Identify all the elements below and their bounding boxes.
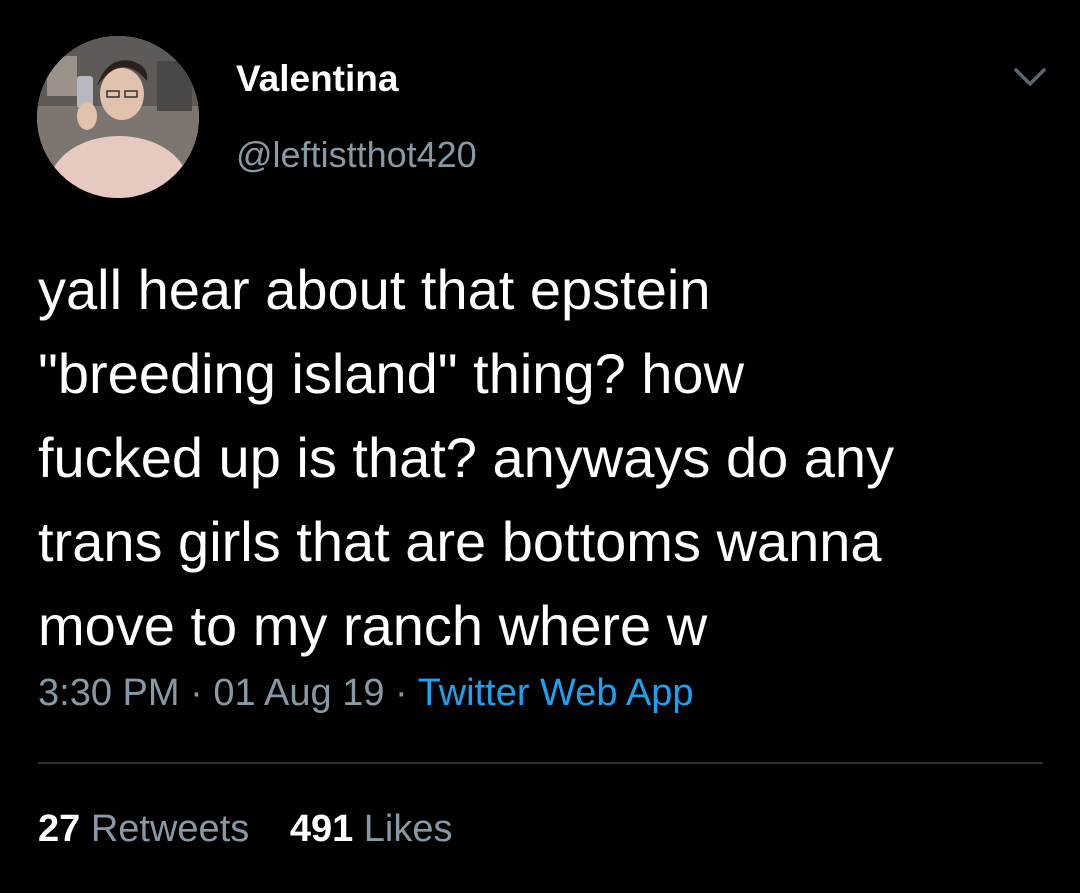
user-handle[interactable]: @leftistthot420 [236, 134, 477, 176]
divider [38, 762, 1043, 764]
tweet-meta: 3:30 PM · 01 Aug 19 · Twitter Web App [38, 672, 694, 715]
tweet-text-line: "breeding island" thing? how [38, 342, 745, 405]
avatar[interactable] [37, 36, 199, 198]
chevron-down-icon[interactable] [1010, 62, 1050, 92]
tweet-text-line: move to my ranch where w [38, 594, 708, 657]
retweets-stat[interactable]: 27 Retweets [38, 808, 260, 850]
tweet-stats: 27 Retweets 491 Likes [38, 808, 483, 851]
tweet-date[interactable]: 01 Aug 19 [213, 672, 384, 714]
tweet-text-line: yall hear about that epstein [38, 258, 711, 321]
retweets-count: 27 [38, 808, 81, 850]
likes-stat[interactable]: 491 Likes [290, 808, 453, 850]
avatar-image [37, 36, 199, 198]
tweet-text-line: fucked up is that? anyways do any [38, 426, 895, 489]
retweets-label: Retweets [90, 808, 250, 850]
display-name[interactable]: Valentina [236, 58, 398, 100]
tweet-text-line: trans girls that are bottoms wanna [38, 510, 882, 573]
likes-count: 491 [289, 808, 354, 850]
meta-separator: · [190, 672, 203, 714]
tweet-text: yall hear about that epstein "breeding i… [38, 248, 1048, 668]
tweet-source-link[interactable]: Twitter Web App [418, 672, 694, 714]
likes-label: Likes [363, 808, 453, 850]
tweet-time[interactable]: 3:30 PM [38, 672, 180, 714]
meta-separator: · [395, 672, 408, 714]
